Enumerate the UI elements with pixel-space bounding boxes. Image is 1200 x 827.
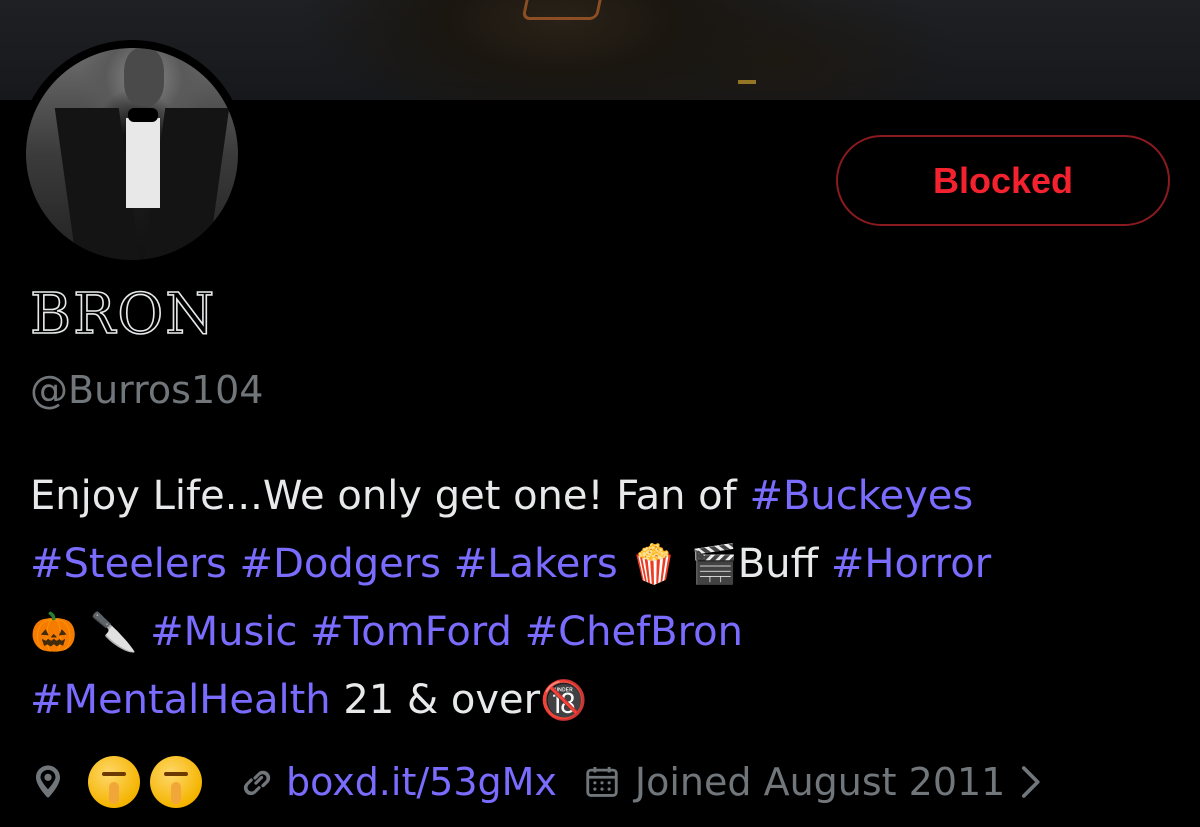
hashtag-link[interactable]: #Steelers [30,541,227,587]
hashtag-link[interactable]: #Buckeyes [749,473,973,519]
banner-stripe [738,80,756,84]
blocked-button[interactable]: Blocked [836,135,1170,226]
link-icon [238,763,276,801]
shushing-face-emoji [150,756,202,808]
joined-date: Joined August 2011 [634,760,1006,804]
calendar-icon [583,763,621,801]
hashtag-link[interactable]: #MentalHealth [30,677,331,723]
shushing-face-emoji [88,756,140,808]
website-item[interactable]: boxd.it/53gMx [238,760,557,804]
profile-avatar[interactable] [18,40,246,268]
bio-line-1: Enjoy Life...We only get one! Fan of #Bu… [30,473,974,519]
clapper-board-emoji: 🎬 [690,542,738,586]
hashtag-link[interactable]: #ChefBron [525,609,743,655]
bio-line-3: 🎃 🔪 #Music #TomFord #ChefBron [30,598,1180,666]
avatar-photo [26,48,238,260]
hashtag-link[interactable]: #Horror [831,541,991,587]
hashtag-link[interactable]: #Dodgers [240,541,441,587]
joined-item[interactable]: Joined August 2011 [583,760,1041,804]
location-item [30,756,212,808]
user-handle: @Burros104 [30,368,264,412]
banner-jersey-number [521,0,605,20]
bio-line-4: #MentalHealth 21 & over🔞 [30,677,588,723]
hashtag-link[interactable]: #TomFord [310,609,512,655]
popcorn-emoji: 🍿 [630,542,678,586]
pumpkin-emoji: 🎃 [30,610,78,654]
profile-bio: Enjoy Life...We only get one! Fan of #Bu… [30,462,1180,734]
no-under-18-emoji: 🔞 [540,678,588,722]
display-name: BRON [29,281,217,348]
profile-meta: boxd.it/53gMx Joined August 2011 [30,752,1067,812]
website-link[interactable]: boxd.it/53gMx [286,760,557,804]
location-pin-icon [30,762,66,802]
bio-line-2: #Steelers #Dodgers #Lakers 🍿 🎬Buff #Horr… [30,541,992,587]
knife-emoji: 🔪 [90,610,138,654]
hashtag-link[interactable]: #Lakers [454,541,618,587]
hashtag-link[interactable]: #Music [150,609,297,655]
chevron-right-icon[interactable] [1019,765,1041,799]
